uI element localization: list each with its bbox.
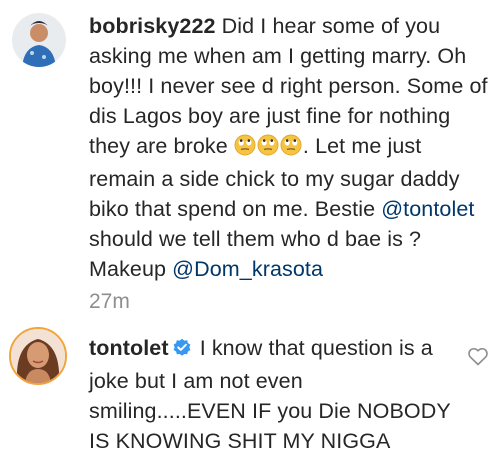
- rolling-eyes-emoji: [280, 134, 302, 164]
- heart-outline-icon[interactable]: [468, 347, 488, 371]
- rolling-eyes-emoji: [234, 134, 256, 164]
- mention-dom-krasota[interactable]: @Dom_krasota: [172, 257, 323, 281]
- mention-tontolet[interactable]: @tontolet: [381, 197, 474, 221]
- verified-badge-icon: [172, 336, 192, 366]
- avatar-tontolet[interactable]: [9, 327, 67, 385]
- comment-text-tontolet: tontolet I know that question is a joke …: [89, 333, 459, 456]
- username-bobrisky222[interactable]: bobrisky222: [89, 14, 216, 38]
- comment-text-bobrisky222: bobrisky222 Did I hear some of you askin…: [89, 11, 489, 284]
- avatar-bobrisky222[interactable]: [12, 13, 66, 67]
- rolling-eyes-emoji: [257, 134, 279, 164]
- username-tontolet[interactable]: tontolet: [89, 336, 169, 360]
- comment-timestamp: 27m: [89, 290, 130, 313]
